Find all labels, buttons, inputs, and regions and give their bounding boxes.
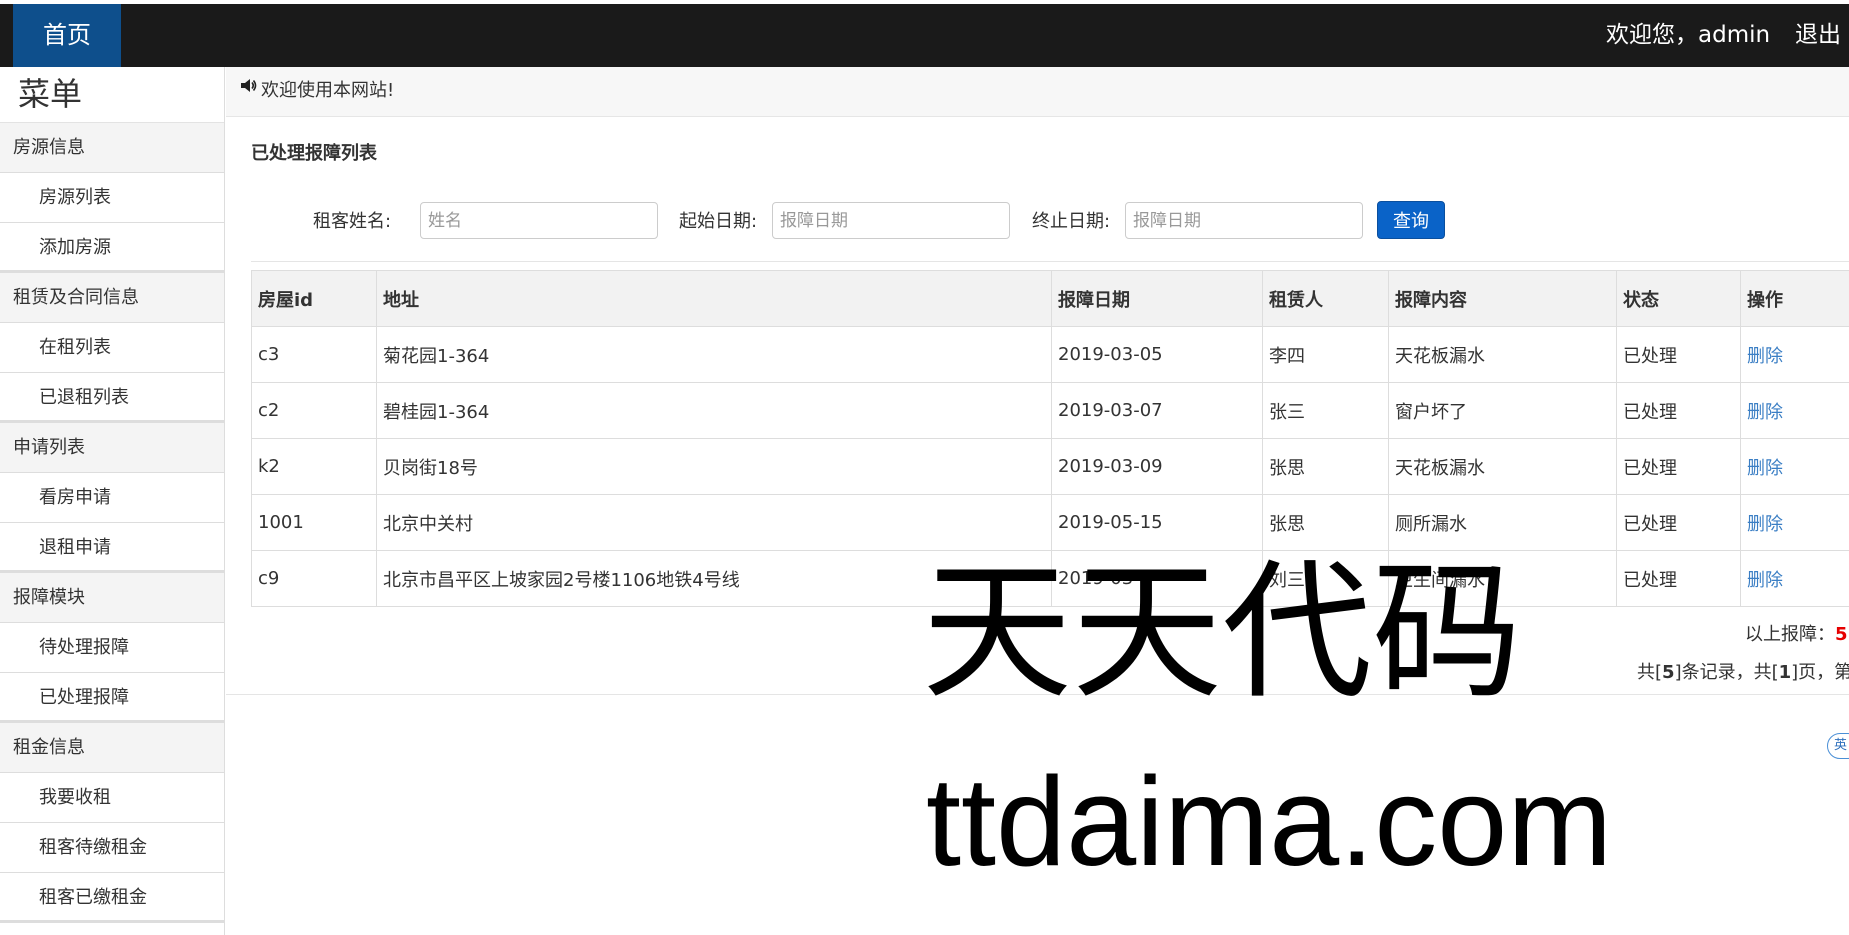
cell-status: 已处理: [1616, 494, 1741, 551]
column-header-action: 操作: [1740, 270, 1849, 327]
cell-date: 2019-05-15: [1051, 494, 1263, 551]
table-row: 1001 北京中关村 2019-05-15 张思 厕所漏水 已处理 删除: [251, 494, 1849, 551]
sidebar-item-renting-list[interactable]: 在租列表: [0, 323, 224, 373]
pagination-info: 共[5]条记录，共[1]页，第1: [1637, 658, 1849, 684]
home-nav-button[interactable]: 首页: [13, 4, 121, 67]
pager-prefix: 共[: [1637, 662, 1663, 683]
table-header-row: 房屋id 地址 报障日期 租赁人 报障内容 状态 操作: [251, 270, 1849, 327]
sidebar-item-collect-rent[interactable]: 我要收租: [0, 773, 224, 823]
cell-status: 已处理: [1616, 438, 1741, 495]
menu-group-house-info[interactable]: 房源信息: [0, 123, 224, 173]
cell-date: 2019-03-09: [1051, 438, 1263, 495]
sidebar-item-processed-faults[interactable]: 已处理报障: [0, 673, 224, 723]
logout-link[interactable]: 退出: [1795, 4, 1841, 67]
table-row: c2 碧桂园1-364 2019-03-07 张三 窗户坏了 已处理 删除: [251, 382, 1849, 439]
notice-text: 欢迎使用本网站!: [261, 80, 395, 101]
delete-link[interactable]: 删除: [1747, 514, 1783, 535]
cell-content: 天花板漏水: [1388, 326, 1617, 383]
cell-action: 删除: [1740, 438, 1849, 495]
cell-date: 2019-03-07: [1051, 382, 1263, 439]
cell-tenant: 张思: [1262, 494, 1389, 551]
cell-address: 北京中关村: [376, 494, 1052, 551]
pager-records: 5: [1662, 662, 1675, 683]
watermark-cn: 天天代码: [922, 546, 1523, 720]
sidebar-item-checkout-requests[interactable]: 退租申请: [0, 523, 224, 573]
sidebar-item-add-house[interactable]: 添加房源: [0, 223, 224, 273]
notice-bar: 欢迎使用本网站!: [226, 67, 1849, 117]
delete-link[interactable]: 删除: [1747, 458, 1783, 479]
cell-action: 删除: [1740, 550, 1849, 607]
cell-action: 删除: [1740, 326, 1849, 383]
menu-group-rent-info[interactable]: 租金信息: [0, 723, 224, 773]
end-date-input[interactable]: [1125, 202, 1363, 239]
cell-house-id: 1001: [251, 494, 377, 551]
cell-tenant: 张思: [1262, 438, 1389, 495]
sidebar-item-unpaid-rent[interactable]: 租客待缴租金: [0, 823, 224, 873]
tenant-name-label: 租客姓名:: [313, 211, 392, 232]
watermark-en: ttdaima.com: [926, 751, 1613, 892]
table-row: k2 贝岗街18号 2019-03-09 张思 天花板漏水 已处理 删除: [251, 438, 1849, 495]
sidebar-menu: 菜单 房源信息 房源列表 添加房源 租赁及合同信息 在租列表 已退租列表 申请列…: [0, 67, 225, 935]
summary-label: 以上报障：: [1745, 624, 1835, 645]
top-navbar: 首页 欢迎您，admin 退出: [0, 0, 1849, 67]
cell-action: 删除: [1740, 382, 1849, 439]
speaker-icon: [240, 65, 257, 113]
delete-link[interactable]: 删除: [1747, 346, 1783, 367]
column-header-address: 地址: [376, 270, 1052, 327]
cell-house-id: c2: [251, 382, 377, 439]
column-header-content: 报障内容: [1388, 270, 1617, 327]
menu-group-lease-contract[interactable]: 租赁及合同信息: [0, 273, 224, 323]
fault-summary: 以上报障：5: [1745, 620, 1848, 646]
cell-action: 删除: [1740, 494, 1849, 551]
cell-status: 已处理: [1616, 326, 1741, 383]
cell-house-id: c3: [251, 326, 377, 383]
sidebar-item-viewing-requests[interactable]: 看房申请: [0, 473, 224, 523]
delete-link[interactable]: 删除: [1747, 402, 1783, 423]
menu-title: 菜单: [0, 67, 224, 123]
cell-house-id: k2: [251, 438, 377, 495]
cell-tenant: 李四: [1262, 326, 1389, 383]
cell-status: 已处理: [1616, 550, 1741, 607]
sidebar-item-pending-faults[interactable]: 待处理报障: [0, 623, 224, 673]
start-date-input[interactable]: [772, 202, 1010, 239]
sidebar-item-paid-rent[interactable]: 租客已缴租金: [0, 873, 224, 923]
column-header-house-id: 房屋id: [251, 270, 377, 327]
cell-date: 2019-03-05: [1051, 326, 1263, 383]
cell-content: 窗户坏了: [1388, 382, 1617, 439]
pager-mid1: ]条记录，共[: [1674, 662, 1779, 683]
column-header-status: 状态: [1616, 270, 1741, 327]
start-date-label: 起始日期:: [679, 211, 758, 232]
pager-mid2: ]页，第: [1791, 662, 1849, 683]
pager-pages: 1: [1778, 662, 1792, 683]
tenant-name-input[interactable]: [420, 202, 658, 239]
column-header-date: 报障日期: [1051, 270, 1263, 327]
query-button[interactable]: 查询: [1377, 201, 1445, 239]
cell-tenant: 张三: [1262, 382, 1389, 439]
summary-count: 5: [1835, 624, 1848, 645]
cell-address: 贝岗街18号: [376, 438, 1052, 495]
cell-content: 厕所漏水: [1388, 494, 1617, 551]
table-row: c3 菊花园1-364 2019-03-05 李四 天花板漏水 已处理 删除: [251, 326, 1849, 383]
cell-address: 菊花园1-364: [376, 326, 1052, 383]
page-title: 已处理报障列表: [251, 143, 377, 164]
language-toggle-badge[interactable]: 英: [1827, 733, 1849, 759]
sidebar-item-returned-list[interactable]: 已退租列表: [0, 373, 224, 423]
menu-group-faults[interactable]: 报障模块: [0, 573, 224, 623]
delete-link[interactable]: 删除: [1747, 570, 1783, 591]
welcome-text: 欢迎您，admin: [1606, 22, 1771, 48]
menu-group-applications[interactable]: 申请列表: [0, 423, 224, 473]
cell-address: 碧桂园1-364: [376, 382, 1052, 439]
form-divider: [251, 261, 1849, 262]
cell-content: 天花板漏水: [1388, 438, 1617, 495]
end-date-label: 终止日期:: [1032, 211, 1111, 232]
cell-house-id: c9: [251, 550, 377, 607]
sidebar-item-house-list[interactable]: 房源列表: [0, 173, 224, 223]
cell-status: 已处理: [1616, 382, 1741, 439]
column-header-tenant: 租赁人: [1262, 270, 1389, 327]
